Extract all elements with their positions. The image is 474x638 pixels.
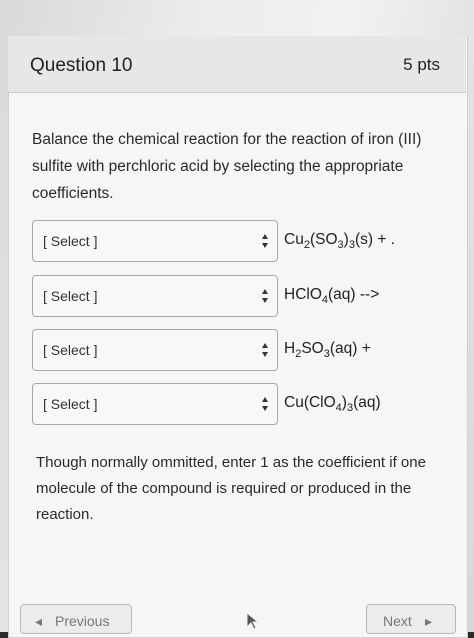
formula-sulfurous-acid: H2SO3(aq) + [284,340,371,361]
coefficient-row-3: [ Select ] H2SO3(aq) + [32,329,452,375]
select-placeholder: [ Select ] [43,342,98,358]
formula-iron-perchlorate: Cu(ClO4)3(aq) [284,394,381,415]
next-label: Next [383,613,412,629]
select-arrows-icon [262,289,268,303]
chevron-left-icon: ◂ [35,613,43,629]
mouse-cursor-icon [246,612,260,630]
select-arrows-icon [262,234,268,248]
coefficient-row-1: [ Select ] Cu2(SO3)3(s) + . [32,220,452,266]
coefficient-select-2[interactable]: [ Select ] [32,275,278,317]
select-placeholder: [ Select ] [43,288,98,304]
formula-iron-sulfite: Cu2(SO3)3(s) + . [284,231,395,252]
select-arrows-icon [262,343,268,357]
previous-button[interactable]: ◂ Previous [20,604,132,634]
coefficient-select-3[interactable]: [ Select ] [32,329,278,371]
select-arrows-icon [262,397,268,411]
coefficient-select-1[interactable]: [ Select ] [32,220,278,262]
select-placeholder: [ Select ] [43,396,98,412]
coefficient-row-2: [ Select ] HClO4(aq) --> [32,275,452,321]
instruction-note: Though normally ommitted, enter 1 as the… [36,454,426,523]
coefficient-select-4[interactable]: [ Select ] [32,383,278,425]
question-title: Question 10 [30,55,133,76]
chevron-right-icon: ▸ [425,613,433,629]
previous-label: Previous [55,613,110,629]
question-points: 5 pts [403,55,440,74]
next-button[interactable]: Next ▸ [366,604,456,634]
select-placeholder: [ Select ] [43,233,98,249]
coefficient-row-4: [ Select ] Cu(ClO4)3(aq) [32,383,452,429]
formula-perchloric-acid: HClO4(aq) --> [284,286,380,307]
question-prompt: Balance the chemical reaction for the re… [32,131,422,202]
